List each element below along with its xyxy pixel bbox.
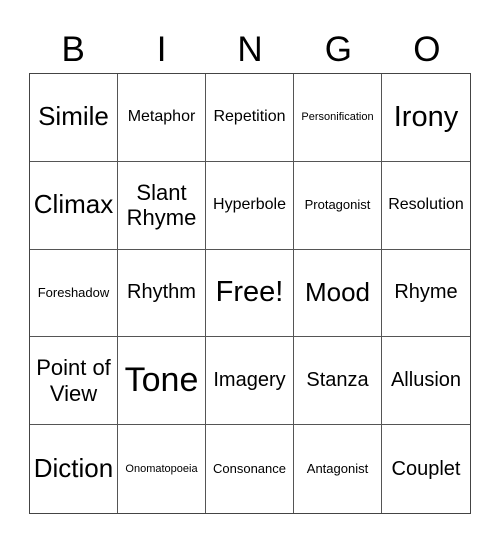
bingo-cell[interactable]: Onomatopoeia bbox=[118, 425, 206, 513]
bingo-cell[interactable]: Hyperbole bbox=[206, 161, 294, 250]
bingo-cell-label: Antagonist bbox=[306, 460, 369, 476]
bingo-cell[interactable]: Simile bbox=[30, 74, 118, 162]
bingo-cell[interactable]: Foreshadow bbox=[30, 249, 118, 338]
bingo-cell[interactable]: Irony bbox=[382, 74, 470, 162]
header-letter-o: O bbox=[413, 30, 441, 69]
bingo-cell[interactable]: Resolution bbox=[382, 162, 470, 250]
header-letter-b: B bbox=[61, 30, 85, 69]
bingo-cell-label: Metaphor bbox=[127, 108, 196, 126]
bingo-cell-label: Personification bbox=[301, 111, 374, 124]
bingo-cell-label: Stanza bbox=[306, 369, 369, 392]
bingo-cell-label: Rhythm bbox=[127, 281, 196, 304]
bingo-cell[interactable]: Consonance bbox=[206, 425, 294, 513]
bingo-cell-label: Imagery bbox=[213, 369, 286, 392]
bingo-cell-label: Onomatopoeia bbox=[125, 462, 198, 475]
bingo-cell[interactable]: Rhythm bbox=[118, 249, 206, 338]
bingo-cell-label: Irony bbox=[393, 100, 459, 133]
bingo-cell[interactable]: Personification bbox=[294, 74, 382, 162]
header-letter-i: I bbox=[156, 30, 167, 69]
bingo-cell-label: Consonance bbox=[213, 460, 286, 476]
bingo-cell-label: Mood bbox=[304, 277, 371, 308]
bingo-cell[interactable]: Climax bbox=[30, 161, 118, 250]
bingo-cell[interactable]: Protagonist bbox=[294, 161, 382, 250]
header-letter-n: N bbox=[237, 30, 263, 69]
bingo-cell[interactable]: Slant Rhyme bbox=[118, 161, 206, 250]
bingo-cell-label: Protagonist bbox=[304, 196, 371, 212]
bingo-cell[interactable]: Mood bbox=[294, 249, 382, 338]
bingo-cell[interactable]: Imagery bbox=[206, 337, 294, 426]
bingo-cell[interactable]: Diction bbox=[30, 425, 118, 513]
bingo-cell[interactable]: Repetition bbox=[206, 74, 294, 162]
bingo-cell-label: Slant Rhyme bbox=[126, 179, 197, 231]
bingo-cell[interactable]: Metaphor bbox=[118, 74, 206, 162]
bingo-grid: Simile Metaphor Repetition Personification I… bbox=[29, 73, 471, 514]
bingo-cell-label: Free! bbox=[215, 276, 284, 309]
bingo-cell[interactable]: Rhyme bbox=[382, 250, 470, 338]
bingo-cell-label: Tone bbox=[124, 361, 199, 400]
bingo-cell[interactable]: Antagonist bbox=[294, 425, 382, 513]
bingo-cell[interactable]: Tone bbox=[118, 337, 206, 426]
bingo-cell-label: Hyperbole bbox=[213, 196, 286, 213]
bingo-cell-label: Rhyme bbox=[394, 281, 458, 304]
bingo-cell-label: Foreshadow bbox=[37, 284, 110, 300]
free-space-cell[interactable]: Free! bbox=[206, 249, 294, 338]
bingo-cell[interactable]: Point of View bbox=[30, 337, 118, 426]
bingo-header: B I N G O bbox=[29, 28, 471, 72]
header-letter-g: G bbox=[324, 30, 353, 69]
bingo-cell[interactable]: Allusion bbox=[382, 337, 470, 426]
bingo-cell-label: Resolution bbox=[388, 196, 464, 213]
bingo-cell-label: Simile bbox=[38, 101, 109, 132]
bingo-cell-label: Climax bbox=[33, 189, 114, 220]
bingo-cell-label: Point of View bbox=[36, 355, 111, 406]
bingo-cell-label: Diction bbox=[33, 453, 114, 484]
bingo-cell-label: Repetition bbox=[213, 108, 286, 126]
bingo-cell[interactable]: Stanza bbox=[294, 337, 382, 426]
bingo-cell-label: Allusion bbox=[390, 369, 462, 392]
bingo-cell-label: Couplet bbox=[391, 457, 461, 480]
bingo-cell[interactable]: Couplet bbox=[382, 425, 470, 513]
